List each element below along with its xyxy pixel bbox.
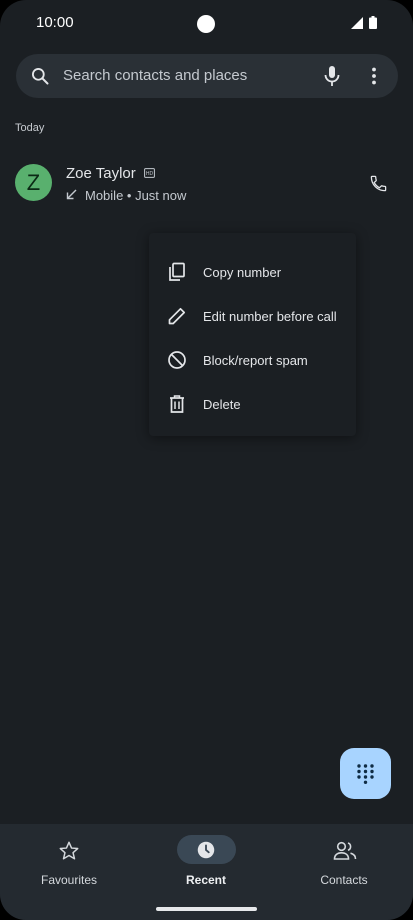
status-bar: 10:00 [0, 0, 413, 46]
search-input[interactable]: Search contacts and places [63, 67, 247, 84]
nav-item-contacts[interactable]: Contacts [275, 824, 413, 896]
call-log-entry[interactable]: Z Zoe Taylor HD Mobile • Just now [0, 156, 413, 212]
menu-item-label: Edit number before call [203, 309, 337, 324]
menu-item-label: Block/report spam [203, 353, 308, 368]
contact-name: Zoe Taylor [66, 165, 136, 182]
search-bar[interactable]: Search contacts and places [16, 54, 398, 98]
nav-item-favourites[interactable]: Favourites [0, 824, 138, 896]
avatar[interactable]: Z [15, 164, 52, 201]
status-time: 10:00 [36, 14, 74, 31]
section-header-today: Today [15, 122, 45, 134]
menu-item-label: Delete [203, 397, 241, 412]
more-options-icon[interactable] [364, 66, 384, 86]
nav-label: Favourites [40, 873, 98, 887]
svg-text:HD: HD [146, 171, 154, 177]
call-type-time: Mobile • Just now [85, 188, 187, 203]
nav-label: Contacts [320, 873, 368, 887]
menu-item-edit-number[interactable]: Edit number before call [149, 294, 356, 338]
star-icon [59, 841, 79, 860]
gesture-bar[interactable] [156, 907, 257, 911]
signal-icon [351, 17, 363, 29]
menu-item-delete[interactable]: Delete [149, 382, 356, 426]
call-detail: Mobile • Just now [66, 188, 186, 203]
battery-icon [369, 16, 377, 29]
hd-call-icon: HD [144, 168, 155, 178]
menu-item-label: Copy number [203, 265, 282, 280]
phone-icon[interactable] [369, 174, 388, 193]
mic-icon[interactable] [322, 65, 342, 87]
people-icon [333, 841, 357, 860]
clock-icon [197, 841, 215, 859]
menu-item-copy-number[interactable]: Copy number [149, 250, 356, 294]
incoming-call-arrow-icon [66, 189, 77, 200]
camera-cutout [197, 15, 215, 33]
edit-icon [168, 307, 186, 325]
context-menu: Copy number Edit number before call Bloc… [149, 233, 356, 436]
menu-item-block-spam[interactable]: Block/report spam [149, 338, 356, 382]
block-icon [168, 351, 186, 369]
nav-item-recent[interactable]: Recent [137, 824, 275, 896]
copy-icon [169, 262, 185, 281]
delete-icon [170, 395, 184, 413]
nav-label: Recent [185, 873, 226, 887]
dialpad-icon [357, 764, 374, 784]
dialpad-button[interactable] [340, 748, 391, 799]
bottom-navigation: Favourites Recent Contacts [0, 824, 413, 920]
phone-screen: 10:00 Search contacts and places Today Z [0, 0, 413, 920]
search-icon [32, 68, 49, 85]
